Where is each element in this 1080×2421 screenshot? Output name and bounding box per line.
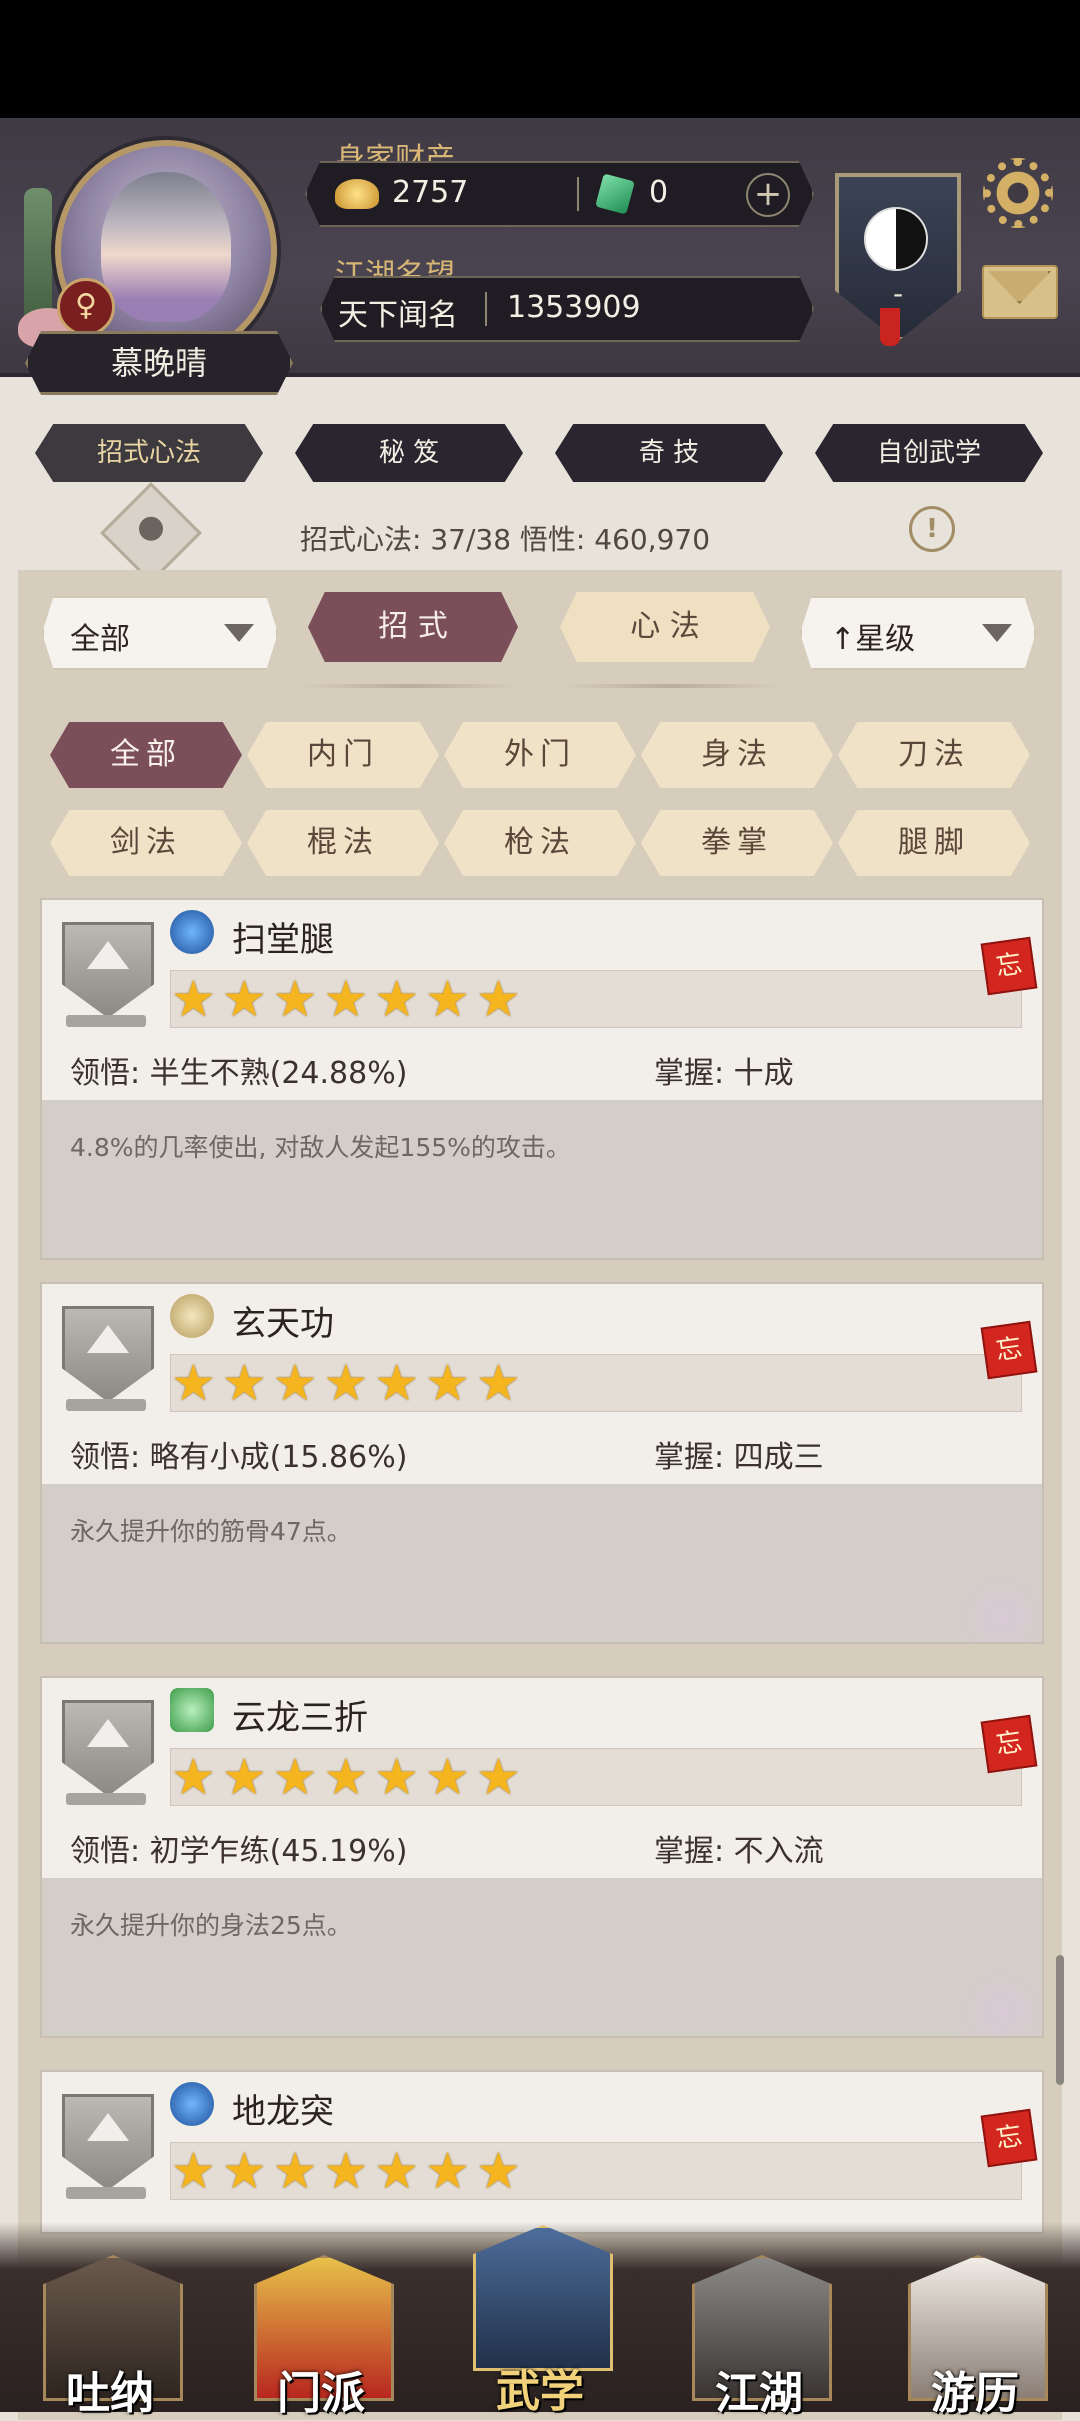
shield-base — [66, 2187, 146, 2199]
avatar-portrait — [101, 172, 231, 322]
filter-fist[interactable]: 拳掌 — [641, 810, 833, 876]
reputation-title: 天下闻名 — [338, 298, 458, 333]
stars: ★★★★★★★ — [171, 1354, 527, 1412]
skill-card[interactable]: 云龙三折 ★★★★★★★ 忘 领悟: 初学乍练(45.19%) 掌握: 不入流 … — [40, 1676, 1044, 2038]
reputation-value: 1353909 — [507, 290, 641, 325]
tab-moves-and-arts[interactable]: 招式心法 — [35, 424, 263, 482]
cloud-decoration — [942, 1572, 1042, 1642]
shield-base — [66, 1793, 146, 1805]
nav-martial-arts[interactable]: 武学 — [465, 2215, 615, 2417]
filter-inner-sect[interactable]: 内门 — [247, 722, 439, 788]
filter-movement[interactable]: 身法 — [641, 722, 833, 788]
tab-special-skills[interactable]: 奇 技 — [555, 424, 783, 482]
cloud-decoration — [942, 1966, 1042, 2036]
martial-book-icon — [473, 2225, 613, 2371]
filter-staff[interactable]: 棍法 — [247, 810, 439, 876]
mastery: 掌握: 十成 — [654, 1056, 794, 1091]
forget-skill-button[interactable]: 忘 — [980, 1320, 1038, 1380]
nav-label: 江湖 — [715, 2368, 803, 2419]
nav-label: 吐纳 — [66, 2368, 154, 2419]
silver-ingot-icon — [335, 179, 379, 209]
leg-style-icon — [170, 2082, 214, 2126]
filter-outer-sect[interactable]: 外门 — [444, 722, 636, 788]
female-gender-icon: ♀ — [57, 278, 115, 336]
tab-self-created[interactable]: 自创武学 — [815, 424, 1043, 482]
tab-arts[interactable]: 心 法 — [560, 592, 770, 662]
shield-base — [66, 1015, 146, 1027]
stars: ★★★★★★★ — [171, 2142, 527, 2200]
nav-jianghu[interactable]: 江湖 — [684, 2245, 834, 2419]
nav-label: 武学 — [496, 2366, 584, 2417]
add-currency-button[interactable]: + — [746, 173, 790, 217]
skill-name: 云龙三折 — [232, 1698, 368, 1738]
skill-description: 永久提升你的筋骨47点。 — [70, 1517, 352, 1546]
sort-dropdown[interactable]: ↑星级 — [800, 596, 1036, 670]
category-dropdown[interactable]: 全部 — [42, 596, 278, 670]
tab-secret-manuals[interactable]: 秘 笈 — [295, 424, 523, 482]
filter-kick[interactable]: 腿脚 — [838, 810, 1030, 876]
stars: ★★★★★★★ — [171, 970, 527, 1028]
nav-travel[interactable]: 游历 — [900, 2245, 1050, 2419]
silver-amount: 2757 — [392, 175, 469, 210]
filter-all[interactable]: 全部 — [50, 722, 242, 788]
star-rating: ★★★★★★★ — [170, 2142, 1022, 2200]
star-rating: ★★★★★★★ — [170, 970, 1022, 1028]
skill-description: 永久提升你的身法25点。 — [70, 1911, 352, 1940]
category-dropdown-value: 全部 — [70, 622, 130, 657]
skill-description: 4.8%的几率使出, 对敌人发起155%的攻击。 — [70, 1133, 571, 1162]
chevron-down-icon — [224, 624, 254, 642]
mastery: 掌握: 四成三 — [654, 1440, 824, 1475]
sect-rank: - — [892, 277, 904, 310]
mail-icon[interactable] — [982, 265, 1058, 319]
divider — [577, 177, 579, 211]
skill-card[interactable]: 扫堂腿 ★★★★★★★ 忘 领悟: 半生不熟(24.88%) 掌握: 十成 4.… — [40, 898, 1044, 1260]
nav-sect[interactable]: 门派 — [246, 2245, 396, 2419]
status-bar — [0, 0, 1080, 118]
player-header: ♀ 慕晚晴 身家财产 2757 0 + 江湖名望 天下闻名 1353909 - — [0, 118, 1080, 395]
filter-spear[interactable]: 枪法 — [444, 810, 636, 876]
star-rating: ★★★★★★★ — [170, 1748, 1022, 1806]
comprehension: 领悟: 略有小成(15.86%) — [70, 1440, 408, 1475]
skill-name: 玄天功 — [232, 1304, 334, 1344]
filter-saber[interactable]: 刀法 — [838, 722, 1030, 788]
shield-base — [66, 1399, 146, 1411]
nav-breathing[interactable]: 吐纳 — [35, 2245, 185, 2419]
movement-icon — [170, 1688, 214, 1732]
skill-name: 扫堂腿 — [232, 920, 334, 960]
nav-label: 游历 — [931, 2368, 1019, 2419]
filter-sword[interactable]: 剑法 — [50, 810, 242, 876]
info-icon[interactable]: ! — [909, 506, 955, 552]
stars: ★★★★★★★ — [171, 1748, 527, 1806]
yin-yang-icon — [864, 207, 928, 271]
eye-icon[interactable] — [100, 482, 202, 584]
skill-stats: 招式心法: 37/38 悟性: 460,970 — [300, 523, 711, 556]
ornament-divider — [560, 684, 780, 688]
nav-label: 门派 — [277, 2368, 365, 2419]
mastery: 掌握: 不入流 — [654, 1834, 824, 1869]
reputation-bar: 天下闻名 1353909 — [320, 276, 814, 342]
comprehension: 领悟: 半生不熟(24.88%) — [70, 1056, 408, 1091]
forget-skill-button[interactable]: 忘 — [980, 936, 1038, 996]
red-tassel-decoration — [880, 308, 900, 346]
skill-card[interactable]: 地龙突 ★★★★★★★ 忘 — [40, 2070, 1044, 2234]
jade-currency-icon — [595, 173, 635, 215]
skill-name: 地龙突 — [232, 2092, 334, 2132]
comprehension: 领悟: 初学乍练(45.19%) — [70, 1834, 408, 1869]
forget-skill-button[interactable]: 忘 — [980, 2108, 1038, 2168]
scrollbar[interactable] — [1056, 1955, 1064, 2085]
chevron-down-icon — [982, 624, 1012, 642]
sort-dropdown-value: ↑星级 — [830, 622, 916, 657]
divider — [485, 292, 487, 326]
gear-icon[interactable] — [983, 158, 1053, 228]
inner-art-icon — [170, 1294, 214, 1338]
leg-style-icon — [170, 910, 214, 954]
jade-amount: 0 — [649, 175, 669, 210]
ornament-divider — [300, 684, 520, 688]
skill-card[interactable]: 玄天功 ★★★★★★★ 忘 领悟: 略有小成(15.86%) 掌握: 四成三 永… — [40, 1282, 1044, 1644]
character-name: 慕晚晴 — [25, 331, 293, 395]
tab-moves[interactable]: 招 式 — [308, 592, 518, 662]
star-rating: ★★★★★★★ — [170, 1354, 1022, 1412]
wealth-bar: 2757 0 + — [305, 161, 814, 227]
forget-skill-button[interactable]: 忘 — [980, 1714, 1038, 1774]
